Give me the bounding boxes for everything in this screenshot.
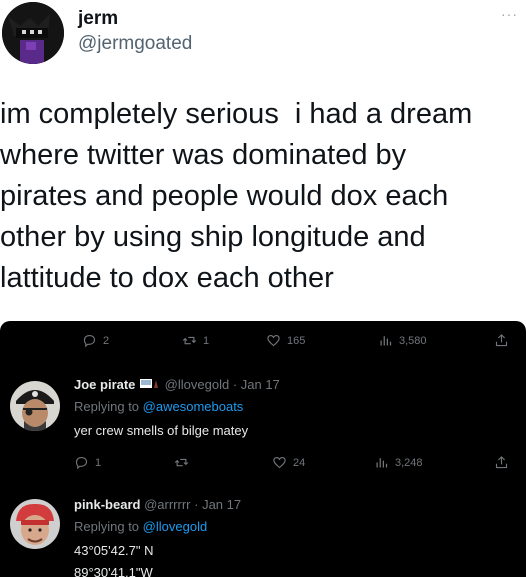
reply1-action-bar: 1 24 3,248 xyxy=(0,453,526,477)
share-action[interactable] xyxy=(494,333,509,348)
reply-action[interactable]: 2 xyxy=(82,333,109,348)
user-handle[interactable]: @llovegold xyxy=(165,377,230,392)
retweet-icon xyxy=(182,336,197,345)
avatar[interactable] xyxy=(2,2,64,64)
avatar-image xyxy=(2,2,64,64)
avatar[interactable] xyxy=(10,381,60,431)
reply-header: pink-beard @arrrrrr · Jan 17 xyxy=(74,497,241,512)
view-count: 3,248 xyxy=(395,456,423,469)
reply-count: 1 xyxy=(95,456,102,469)
coordinate-latitude: 43°05'42.7" N xyxy=(74,543,154,558)
views-action[interactable]: 3,580 xyxy=(378,333,427,348)
avatar-image xyxy=(10,381,60,431)
retweet-action[interactable]: 1 xyxy=(182,333,209,348)
replying-to-label: Replying to xyxy=(74,399,140,414)
share-icon xyxy=(495,456,508,469)
analytics-icon xyxy=(376,458,388,468)
tweet-date[interactable]: · Jan 17 xyxy=(194,497,241,512)
user-handle[interactable]: @arrrrrr xyxy=(144,497,190,512)
reply-icon xyxy=(83,334,96,348)
tweet-text: im completely serious i had a dream wher… xyxy=(0,98,473,294)
coordinate-longitude: 89°30'41.1"W xyxy=(74,565,153,577)
like-count: 165 xyxy=(287,334,306,347)
avatar[interactable] xyxy=(10,499,60,549)
avatar-image xyxy=(10,499,60,549)
retweet-icon xyxy=(174,458,189,467)
views-action[interactable]: 3,248 xyxy=(374,455,423,470)
share-action[interactable] xyxy=(494,455,509,470)
tweet-date[interactable]: · Jan 17 xyxy=(233,377,280,392)
tweet-header: jerm @jermgoated ··· xyxy=(0,0,526,72)
replying-to-label: Replying to xyxy=(74,519,140,534)
reply-count: 2 xyxy=(103,334,110,347)
share-icon xyxy=(495,334,508,347)
reply-action[interactable]: 1 xyxy=(74,455,101,470)
like-action[interactable]: 24 xyxy=(272,455,305,470)
verified-badge-icon xyxy=(139,378,161,393)
replying-to: Replying to @llovegold xyxy=(74,519,207,534)
display-name[interactable]: Joe pirate xyxy=(74,377,135,392)
replying-to: Replying to @awesomeboats xyxy=(74,399,243,414)
reply-icon xyxy=(75,456,88,470)
replying-to-handle[interactable]: @llovegold xyxy=(143,519,208,534)
reply-header: Joe pirate @llovegold · Jan 17 xyxy=(74,377,280,393)
embedded-thread-screenshot: 2 1 165 3,580 Joe pirate @llovegold · Ja… xyxy=(0,321,526,577)
display-name[interactable]: pink-beard xyxy=(74,497,140,512)
view-count: 3,580 xyxy=(399,334,427,347)
more-options-icon[interactable]: ··· xyxy=(501,6,518,22)
heart-icon xyxy=(267,334,280,347)
display-name[interactable]: jerm xyxy=(78,8,118,30)
reply-text: yer crew smells of bilge matey xyxy=(74,423,249,438)
like-action[interactable]: 165 xyxy=(266,333,305,348)
parent-action-bar: 2 1 165 3,580 xyxy=(0,331,526,355)
like-count: 24 xyxy=(293,456,306,469)
retweet-count: 1 xyxy=(203,334,210,347)
retweet-action[interactable] xyxy=(174,455,195,470)
replying-to-handle[interactable]: @awesomeboats xyxy=(143,399,244,414)
heart-icon xyxy=(273,456,286,469)
user-handle[interactable]: @jermgoated xyxy=(78,33,192,55)
analytics-icon xyxy=(380,336,392,346)
